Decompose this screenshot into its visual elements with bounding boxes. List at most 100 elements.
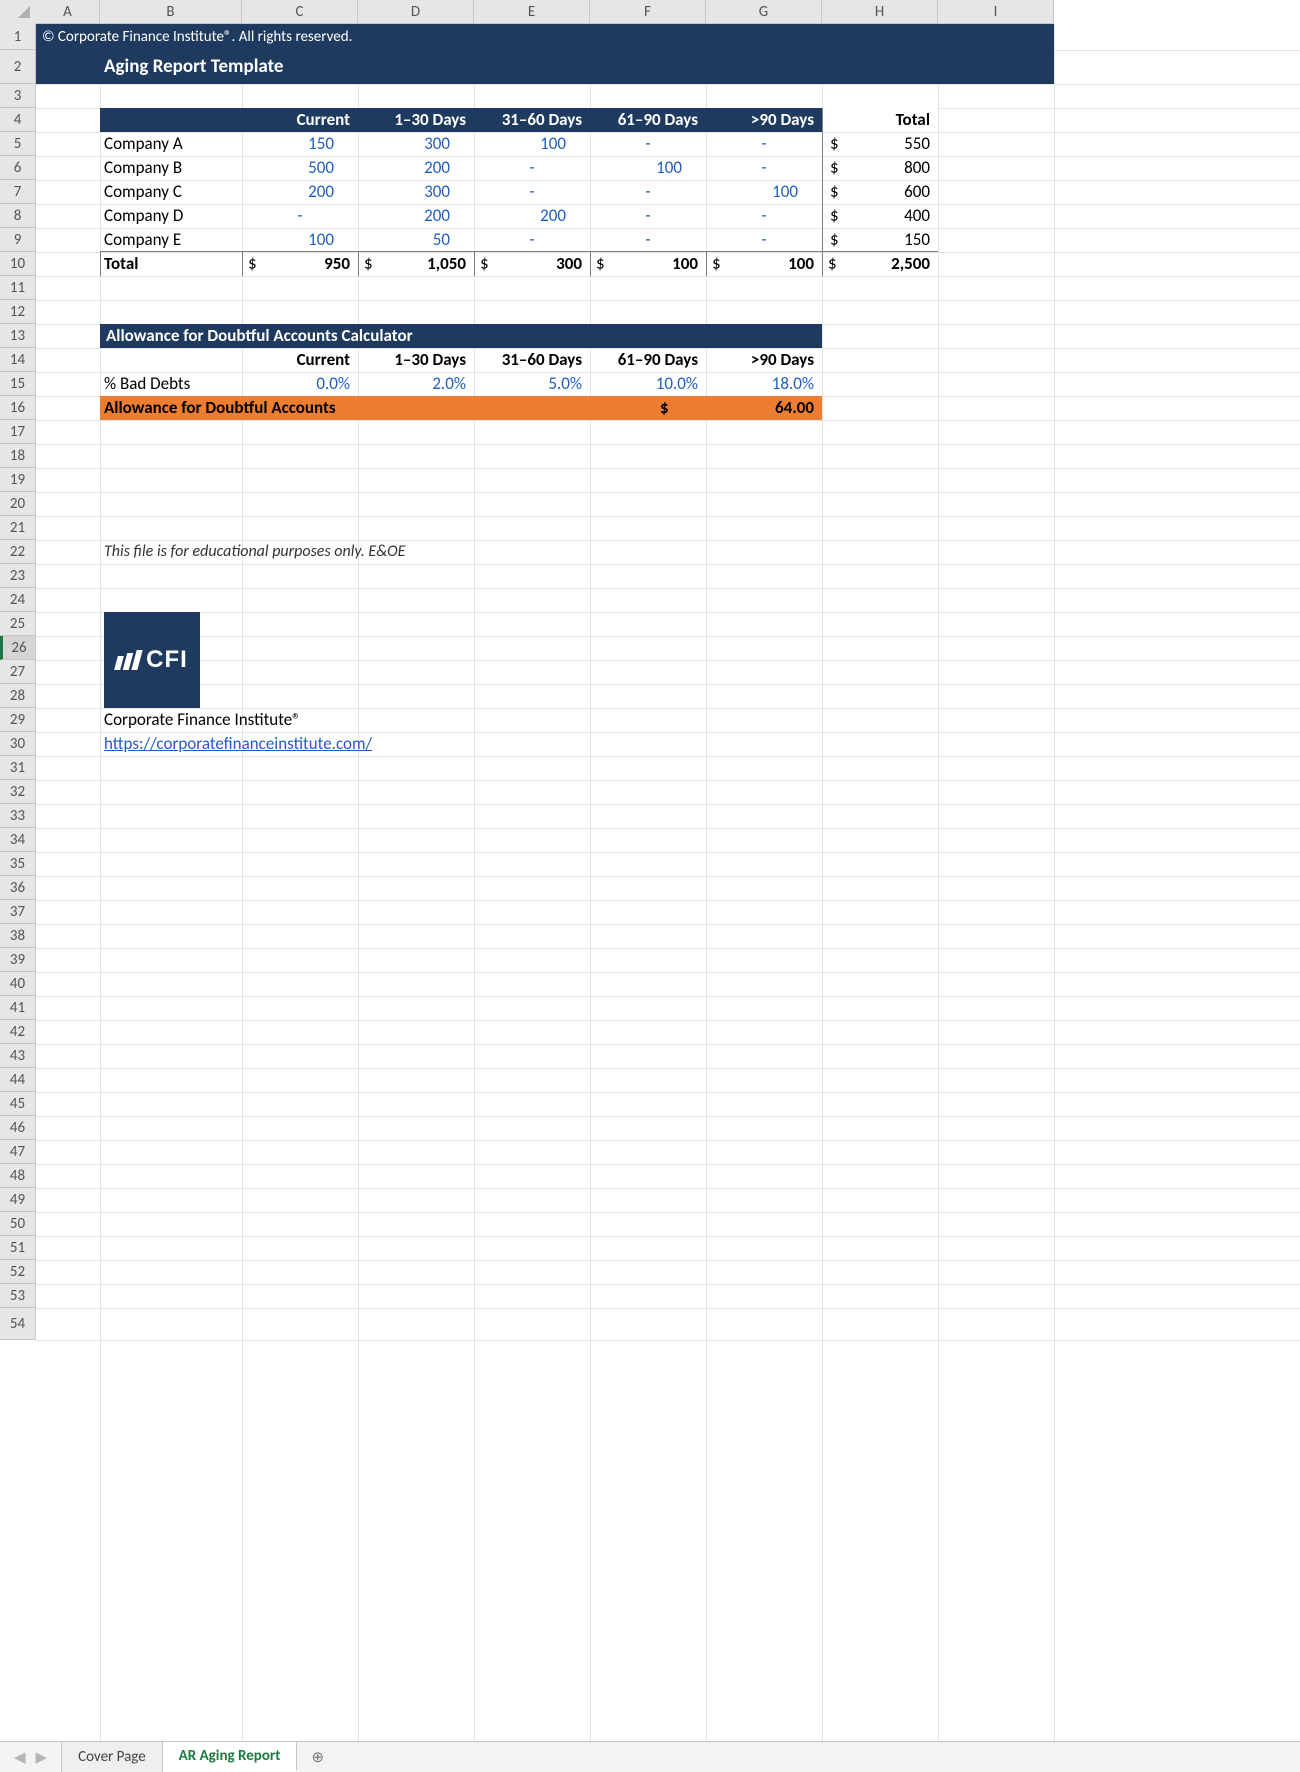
grid[interactable] (36, 24, 1300, 1742)
row-header[interactable]: 13 (0, 324, 36, 348)
row-header[interactable]: 10 (0, 252, 36, 276)
aging-value[interactable]: 300 (358, 180, 474, 204)
aging-value[interactable]: 100 (474, 132, 590, 156)
row-header[interactable]: 33 (0, 804, 36, 828)
column-header[interactable]: C (242, 0, 358, 24)
bad-debts-pct[interactable]: 0.0% (242, 372, 358, 396)
row-header[interactable]: 48 (0, 1164, 36, 1188)
aging-value[interactable]: 200 (474, 204, 590, 228)
plus-icon: ⊕ (311, 1748, 324, 1767)
row-header[interactable]: 44 (0, 1068, 36, 1092)
column-header[interactable]: I (938, 0, 1054, 24)
bad-debts-pct[interactable]: 5.0% (474, 372, 590, 396)
row-header[interactable]: 27 (0, 660, 36, 684)
aging-header: 61–90 Days (590, 108, 706, 132)
aging-value[interactable]: 150 (242, 132, 358, 156)
row-header[interactable]: 42 (0, 1020, 36, 1044)
row-header[interactable]: 9 (0, 228, 36, 252)
row-header[interactable]: 6 (0, 156, 36, 180)
row-header[interactable]: 32 (0, 780, 36, 804)
row-header[interactable]: 18 (0, 444, 36, 468)
row-header[interactable]: 17 (0, 420, 36, 444)
aging-value[interactable]: 200 (358, 156, 474, 180)
row-header[interactable]: 31 (0, 756, 36, 780)
row-header[interactable]: 7 (0, 180, 36, 204)
allowance-header: 31–60 Days (474, 348, 590, 372)
tab-nav-next-icon[interactable]: ▶ (36, 1748, 48, 1767)
row-header[interactable]: 50 (0, 1212, 36, 1236)
aging-value[interactable]: 500 (242, 156, 358, 180)
row-header[interactable]: 39 (0, 948, 36, 972)
row-header[interactable]: 5 (0, 132, 36, 156)
column-header[interactable]: F (590, 0, 706, 24)
org-url-link[interactable]: https://corporatefinanceinstitute.com/ (100, 732, 590, 756)
row-header[interactable]: 47 (0, 1140, 36, 1164)
aging-value[interactable]: - (474, 180, 590, 204)
row-header[interactable]: 24 (0, 588, 36, 612)
row-header[interactable]: 52 (0, 1260, 36, 1284)
row-header[interactable]: 29 (0, 708, 36, 732)
aging-value[interactable]: - (706, 132, 822, 156)
row-header[interactable]: 43 (0, 1044, 36, 1068)
row-header[interactable]: 41 (0, 996, 36, 1020)
row-header[interactable]: 49 (0, 1188, 36, 1212)
row-header[interactable]: 2 (0, 50, 36, 84)
row-header[interactable]: 38 (0, 924, 36, 948)
tab-nav-prev-icon[interactable]: ◀ (14, 1748, 26, 1767)
row-header[interactable]: 25 (0, 612, 36, 636)
aging-value[interactable]: 200 (358, 204, 474, 228)
bad-debts-pct[interactable]: 10.0% (590, 372, 706, 396)
row-header[interactable]: 22 (0, 540, 36, 564)
new-sheet-button[interactable]: ⊕ (297, 1742, 338, 1772)
row-header[interactable]: 21 (0, 516, 36, 540)
row-header[interactable]: 23 (0, 564, 36, 588)
aging-value[interactable]: - (706, 156, 822, 180)
aging-value[interactable]: 200 (242, 180, 358, 204)
row-header[interactable]: 45 (0, 1092, 36, 1116)
aging-value[interactable]: - (590, 132, 706, 156)
row-header[interactable]: 19 (0, 468, 36, 492)
column-header[interactable]: H (822, 0, 938, 24)
bad-debts-pct[interactable]: 18.0% (706, 372, 822, 396)
row-header[interactable]: 12 (0, 300, 36, 324)
row-header[interactable]: 3 (0, 84, 36, 108)
row-header[interactable]: 20 (0, 492, 36, 516)
aging-value[interactable]: 100 (590, 156, 706, 180)
column-header[interactable]: G (706, 0, 822, 24)
row-header[interactable]: 53 (0, 1284, 36, 1308)
row-header[interactable]: 15 (0, 372, 36, 396)
row-header[interactable]: 14 (0, 348, 36, 372)
row-header[interactable]: 28 (0, 684, 36, 708)
row-header[interactable]: 36 (0, 876, 36, 900)
row-header[interactable]: 40 (0, 972, 36, 996)
aging-value[interactable]: - (590, 180, 706, 204)
row-header[interactable]: 35 (0, 852, 36, 876)
column-header[interactable]: E (474, 0, 590, 24)
aging-value[interactable]: - (706, 204, 822, 228)
row-header[interactable]: 26 (0, 636, 36, 660)
sheet-tab-ar-aging-report[interactable]: AR Aging Report (163, 1741, 298, 1772)
aging-value[interactable]: 100 (706, 180, 822, 204)
column-header[interactable]: A (36, 0, 100, 24)
aging-value[interactable]: 300 (358, 132, 474, 156)
row-header[interactable]: 1 (0, 24, 36, 50)
row-header[interactable]: 51 (0, 1236, 36, 1260)
row-header[interactable]: 30 (0, 732, 36, 756)
column-header[interactable]: B (100, 0, 242, 24)
row-header[interactable]: 8 (0, 204, 36, 228)
aging-value[interactable]: - (474, 156, 590, 180)
sheet-tab-cover-page[interactable]: Cover Page (61, 1742, 163, 1772)
row-header[interactable]: 4 (0, 108, 36, 132)
row-header[interactable]: 11 (0, 276, 36, 300)
row-header[interactable]: 34 (0, 828, 36, 852)
row-header[interactable]: 16 (0, 396, 36, 420)
column-header[interactable]: D (358, 0, 474, 24)
row-header[interactable]: 54 (0, 1308, 36, 1340)
aging-value[interactable]: - (590, 204, 706, 228)
row-header[interactable]: 46 (0, 1116, 36, 1140)
bad-debts-pct[interactable]: 2.0% (358, 372, 474, 396)
select-all-corner[interactable] (0, 0, 37, 25)
aging-value[interactable]: - (242, 204, 358, 228)
row-header[interactable]: 37 (0, 900, 36, 924)
allowance-header: >90 Days (706, 348, 822, 372)
